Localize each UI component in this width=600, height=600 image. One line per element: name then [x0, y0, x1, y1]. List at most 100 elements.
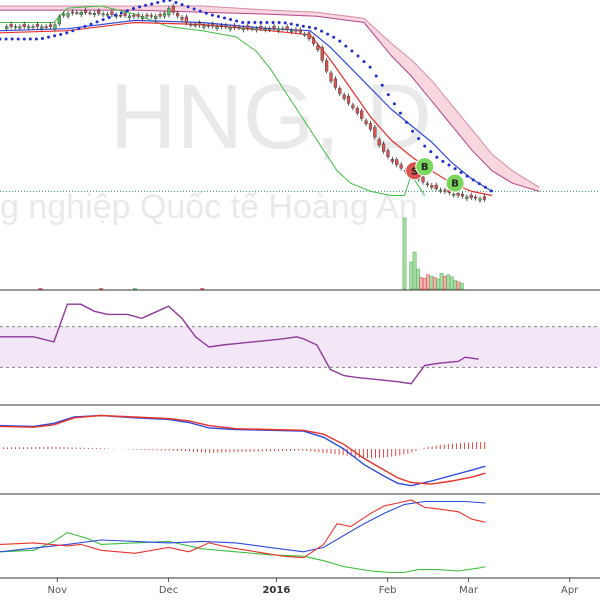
sar-dot — [229, 18, 233, 22]
candle-body — [219, 25, 224, 27]
candle-body — [316, 45, 320, 50]
candle-body — [206, 25, 210, 27]
candle-body — [176, 12, 180, 17]
candle-body — [298, 29, 302, 33]
candle-body — [31, 26, 35, 28]
candle-body — [154, 16, 158, 19]
sar-dot — [423, 144, 427, 148]
volume-bar — [436, 278, 441, 290]
candle-body — [456, 192, 460, 196]
stock-chart: HNG, D g nghiệp Quốc tế Hoàng An S BB Nov… — [0, 0, 600, 600]
sar-dot — [138, 5, 142, 9]
candle-body — [189, 24, 193, 26]
x-tick-label: Mar — [459, 585, 479, 596]
sar-dot — [295, 23, 299, 27]
sar-dot — [453, 167, 457, 171]
volume-bar — [449, 276, 454, 290]
sar-dot — [150, 2, 154, 6]
volume-bar — [419, 277, 424, 290]
candle-body — [289, 30, 294, 33]
candle-body — [452, 193, 456, 196]
candle-body — [97, 10, 101, 14]
sar-dot — [113, 13, 117, 17]
sar-dot — [101, 18, 105, 22]
volume-bar — [409, 261, 414, 290]
candle-body — [281, 28, 285, 30]
candle-body — [75, 12, 79, 14]
candle-body — [132, 15, 136, 17]
candle-body — [395, 159, 399, 166]
sar-dot — [119, 11, 123, 15]
candle-body — [311, 38, 316, 44]
candle-body — [482, 196, 486, 200]
x-tick-label: Feb — [379, 585, 397, 596]
candle-body — [355, 108, 359, 114]
sar-dot — [77, 27, 81, 31]
candle-body — [197, 22, 202, 26]
candle-body — [469, 194, 473, 198]
candle-body — [180, 17, 184, 20]
candle-body — [158, 14, 162, 17]
candle-body — [430, 185, 434, 188]
candle-body — [368, 123, 373, 130]
sar-dot — [186, 5, 190, 9]
candle-body — [329, 72, 333, 82]
candle-body — [390, 158, 394, 162]
candle-body — [40, 26, 44, 29]
candle-body — [35, 24, 40, 27]
candle-body — [88, 12, 92, 15]
candle-body — [110, 11, 114, 15]
watermark-company: g nghiệp Quốc tế Hoàng An — [0, 188, 418, 226]
candle-body — [9, 24, 13, 27]
volume-bar — [200, 287, 205, 290]
sar-dot — [174, 0, 178, 4]
volume-bar — [412, 251, 417, 290]
sar-dot — [156, 0, 160, 4]
candle-body — [268, 28, 272, 30]
candle-body — [272, 26, 276, 29]
volume-bar — [446, 274, 451, 290]
candle-body — [237, 26, 241, 29]
sar-dot — [216, 15, 220, 19]
x-tick-label: Apr — [561, 585, 579, 596]
candle-body — [211, 23, 215, 27]
sar-dot — [477, 182, 481, 186]
candle-body — [250, 28, 254, 30]
candle-body — [57, 16, 61, 25]
sar-dot — [28, 37, 32, 41]
candle-body — [373, 127, 377, 138]
sar-dot — [429, 150, 433, 154]
sar-dot — [53, 34, 57, 38]
sar-dot — [411, 129, 415, 133]
candle-body — [92, 13, 96, 15]
candle-body — [377, 139, 381, 146]
sar-dot — [301, 24, 305, 28]
candle-body — [342, 94, 346, 99]
candle-body — [399, 164, 403, 169]
x-tick-label: 2016 — [262, 585, 290, 596]
sar-dot — [289, 22, 293, 26]
sar-dot — [71, 29, 75, 33]
volume-bar — [453, 280, 457, 290]
sar-dot — [198, 9, 202, 13]
candle-body — [443, 189, 447, 192]
sar-dot — [435, 155, 439, 159]
sar-dot — [16, 37, 20, 41]
candle-body — [162, 12, 167, 17]
candle-body — [434, 184, 438, 189]
volume-bar — [439, 273, 444, 290]
sar-dot — [265, 20, 269, 24]
candle-body — [224, 25, 228, 28]
sar-dot — [34, 37, 38, 41]
rsi-band — [0, 326, 600, 368]
candle-body — [62, 13, 66, 16]
sar-dot — [483, 185, 487, 189]
candle-body — [145, 14, 149, 17]
candle-body — [202, 25, 206, 28]
volume-bar — [432, 277, 437, 290]
candle-body — [360, 110, 364, 119]
volume-bar — [402, 217, 407, 290]
candle-body — [386, 150, 390, 157]
sar-dot — [307, 25, 311, 29]
x-tick-label: Nov — [48, 585, 68, 596]
